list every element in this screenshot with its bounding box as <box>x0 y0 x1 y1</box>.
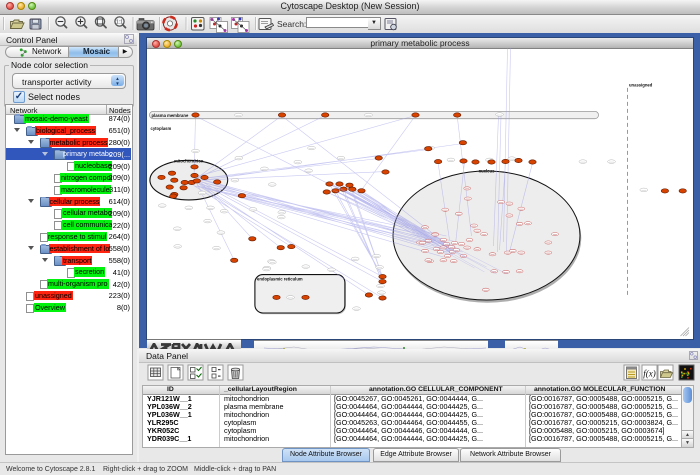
svg-text:f(x): f(x) <box>643 368 656 378</box>
svg-text:nucleus: nucleus <box>479 169 495 174</box>
svg-text:endoplasmic reticulum: endoplasmic reticulum <box>257 276 303 281</box>
svg-text:plasma membrane: plasma membrane <box>152 113 189 118</box>
svg-text:unassigned: unassigned <box>629 83 653 88</box>
svg-text:cytoplasm: cytoplasm <box>151 126 172 131</box>
svg-text:mitochondrion: mitochondrion <box>174 159 204 164</box>
svg-text:1:1: 1:1 <box>116 20 123 26</box>
